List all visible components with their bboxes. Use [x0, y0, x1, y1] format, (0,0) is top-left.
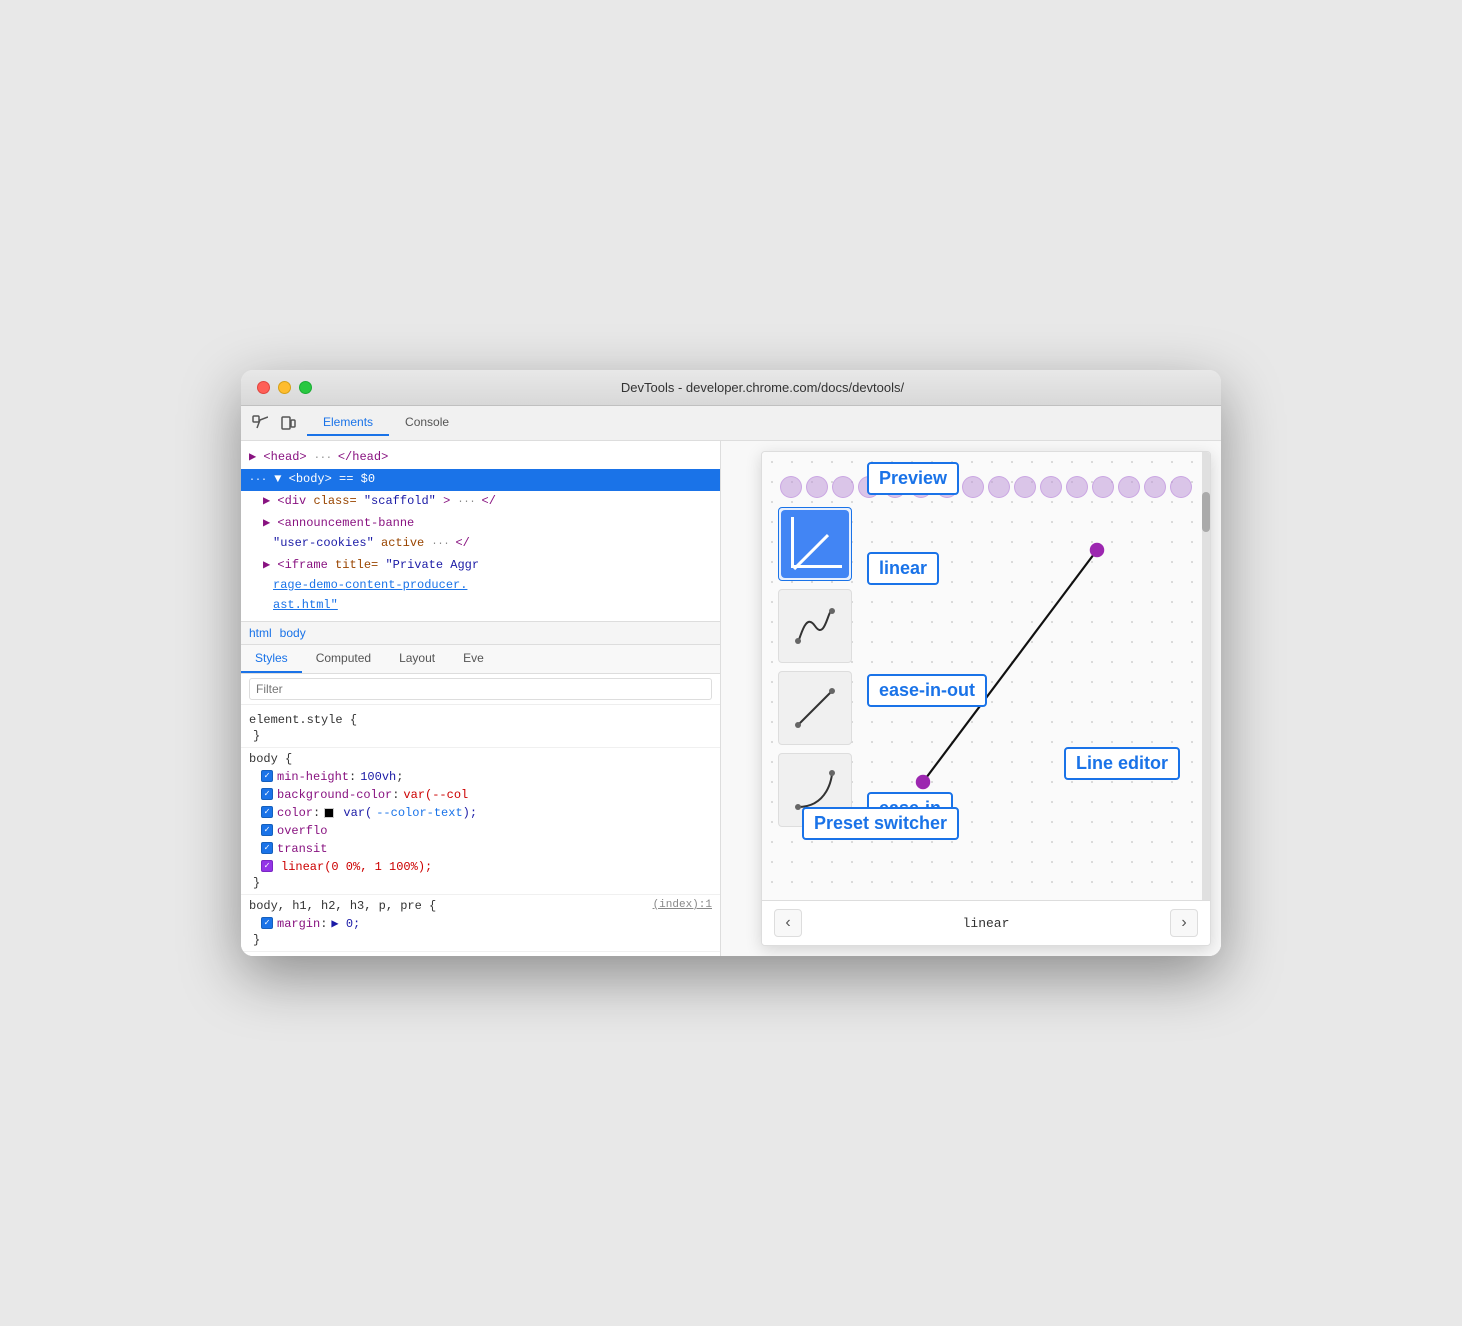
color-var-link[interactable]: --color-text — [376, 806, 462, 820]
anim-dot — [780, 476, 802, 498]
anim-dot — [806, 476, 828, 498]
css-prop-margin: margin : ▶ 0; — [249, 915, 712, 933]
sub-tab-computed[interactable]: Computed — [302, 645, 385, 673]
inspect-icon[interactable] — [249, 412, 271, 434]
css-prop-color: color : var(--color-text); — [249, 804, 712, 822]
line-point-end[interactable] — [1090, 543, 1105, 558]
filter-input[interactable] — [249, 678, 712, 700]
preview-area: Preview linear ease-in-out ease-in ease-… — [762, 452, 1210, 900]
toolbar-icons — [249, 412, 299, 434]
prop-checkbox[interactable] — [261, 824, 273, 836]
css-prop-bgcolor: background-color : var(--col — [249, 786, 712, 804]
rule-close: } — [249, 729, 712, 743]
prop-checkbox-purple[interactable] — [261, 860, 273, 872]
current-preset-label: linear — [802, 916, 1170, 931]
scrollbar-thumb[interactable] — [1202, 492, 1210, 532]
left-panel: ▶ <head> ··· </head> ··· ▼ <body> == $0 … — [241, 441, 721, 956]
css-prop-transition: transit — [249, 840, 712, 858]
dom-line-head[interactable]: ▶ <head> ··· </head> — [241, 447, 720, 469]
dom-line-iframe2[interactable]: rage-demo-content-producer. — [241, 575, 720, 595]
dom-line-body[interactable]: ··· ▼ <body> == $0 — [241, 469, 720, 491]
linear-line-icon — [793, 534, 829, 570]
filter-bar — [241, 674, 720, 705]
prop-checkbox[interactable] — [261, 917, 273, 929]
breadcrumb-html[interactable]: html — [249, 626, 272, 640]
titlebar: DevTools - developer.chrome.com/docs/dev… — [241, 370, 1221, 406]
styles-panel: Styles Computed Layout Eve element.style… — [241, 645, 720, 956]
rule-body-headings: body, h1, h2, h3, p, pre { (index):1 mar… — [241, 895, 720, 952]
tab-console[interactable]: Console — [389, 410, 465, 436]
rule-selector: element.style { — [249, 713, 712, 727]
next-preset-button[interactable]: › — [1170, 909, 1198, 937]
dom-tree: ▶ <head> ··· </head> ··· ▼ <body> == $0 … — [241, 441, 720, 622]
color-value-text: var( — [343, 806, 372, 820]
dom-line-announcement[interactable]: ▶ <announcement-banne — [241, 513, 720, 533]
window-title: DevTools - developer.chrome.com/docs/dev… — [320, 380, 1205, 395]
easing-popup: Preview linear ease-in-out ease-in ease-… — [761, 451, 1211, 946]
sub-tab-layout[interactable]: Layout — [385, 645, 449, 673]
dom-line-cookies[interactable]: "user-cookies" active ··· </ — [241, 533, 720, 555]
device-icon[interactable] — [277, 412, 299, 434]
maximize-button[interactable] — [299, 381, 312, 394]
rule-close: } — [249, 933, 712, 947]
sub-tab-bar: Styles Computed Layout Eve — [241, 645, 720, 674]
right-panel: Preview linear ease-in-out ease-in ease-… — [721, 441, 1221, 956]
devtools-body: Elements Console ▶ <head> ··· </head> ··… — [241, 406, 1221, 956]
breadcrumb: html body — [241, 622, 720, 645]
prop-checkbox[interactable] — [261, 806, 273, 818]
prop-checkbox[interactable] — [261, 770, 273, 782]
css-rules: element.style { } body { min-height : 10… — [241, 705, 720, 956]
close-button[interactable] — [257, 381, 270, 394]
scrollbar[interactable] — [1202, 452, 1210, 900]
main-area: ▶ <head> ··· </head> ··· ▼ <body> == $0 … — [241, 441, 1221, 956]
line-point-start[interactable] — [916, 775, 931, 790]
dom-line-div[interactable]: ▶ <div class= "scaffold" > ··· </ — [241, 491, 720, 513]
breadcrumb-body[interactable]: body — [280, 626, 306, 640]
prev-preset-button[interactable]: ‹ — [774, 909, 802, 937]
css-prop-overflow: overflo — [249, 822, 712, 840]
css-prop-minheight: min-height : 100vh ; — [249, 768, 712, 786]
main-tab-bar: Elements Console — [307, 410, 465, 436]
rule-element-style: element.style { } — [241, 709, 720, 748]
rule-close: } — [249, 876, 712, 890]
line-editor-area — [830, 492, 1190, 840]
rule-selector: body, h1, h2, h3, p, pre { (index):1 — [249, 899, 712, 913]
prop-checkbox[interactable] — [261, 788, 273, 800]
dom-line-iframe3[interactable]: ast.html" — [241, 595, 720, 615]
sub-tab-styles[interactable]: Styles — [241, 645, 302, 673]
color-swatch[interactable] — [324, 808, 334, 818]
bottom-controls: ‹ linear › — [762, 900, 1210, 945]
dom-line-iframe[interactable]: ▶ <iframe title= "Private Aggr — [241, 555, 720, 575]
sub-tab-event[interactable]: Eve — [449, 645, 498, 673]
rule-body: body { min-height : 100vh ; background — [241, 748, 720, 895]
minimize-button[interactable] — [278, 381, 291, 394]
tab-elements[interactable]: Elements — [307, 410, 389, 436]
css-prop-linear: linear(0 0%, 1 100%); — [249, 858, 712, 876]
main-toolbar: Elements Console — [241, 406, 1221, 441]
rule-body-selector: body { — [249, 752, 712, 766]
source-link[interactable]: (index):1 — [653, 899, 712, 911]
line-editor-svg — [830, 492, 1190, 840]
devtools-window: DevTools - developer.chrome.com/docs/dev… — [241, 370, 1221, 956]
prop-checkbox[interactable] — [261, 842, 273, 854]
